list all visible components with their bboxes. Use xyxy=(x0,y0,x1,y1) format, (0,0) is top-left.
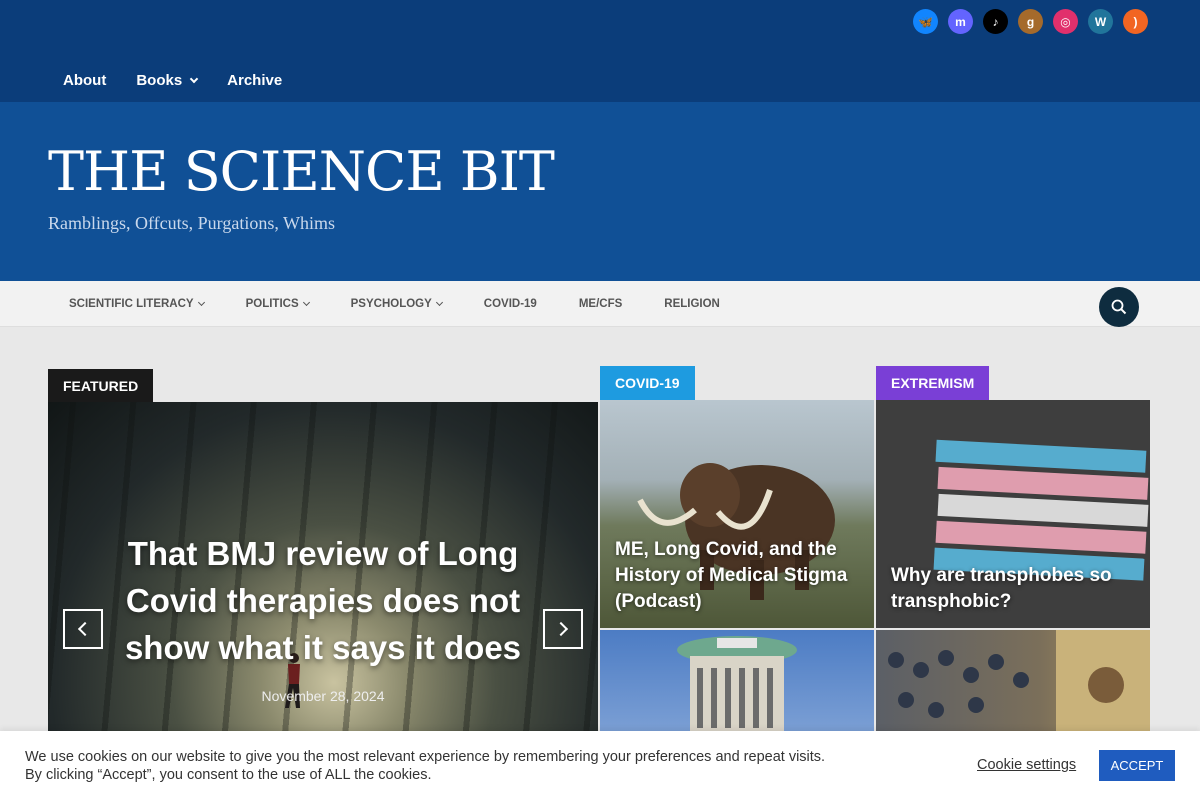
rss-icon[interactable]: ) xyxy=(1123,9,1148,34)
social-links: 🦋 m ♪ g ◎ W ) xyxy=(913,9,1148,34)
instagram-icon[interactable]: ◎ xyxy=(1053,9,1078,34)
post-tile[interactable] xyxy=(876,630,1150,740)
cat-mecfs[interactable]: ME/CFS xyxy=(558,298,643,310)
tile-title[interactable]: Why are transphobes so transphobic? xyxy=(891,563,1141,615)
cat-label: SCIENTIFIC LITERACY xyxy=(69,298,194,310)
cat-scientific-literacy[interactable]: SCIENTIFIC LITERACY xyxy=(48,298,225,310)
top-bar: 🦋 m ♪ g ◎ W ) About Books Archive xyxy=(0,0,1200,102)
post-tile[interactable]: ME, Long Covid, and the History of Medic… xyxy=(600,400,874,628)
cat-label: POLITICS xyxy=(245,298,299,310)
top-navigation: About Books Archive xyxy=(48,72,297,89)
chevron-left-icon xyxy=(77,621,93,637)
crowd-image xyxy=(888,630,1150,740)
featured-tag: FEATURED xyxy=(48,369,154,402)
nav-archive[interactable]: Archive xyxy=(212,72,297,89)
site-tagline: Ramblings, Offcuts, Purgations, Whims xyxy=(48,213,336,233)
wordpress-icon[interactable]: W xyxy=(1088,9,1113,34)
mastodon-icon[interactable]: m xyxy=(948,9,973,34)
goodreads-icon[interactable]: g xyxy=(1018,9,1043,34)
accept-button[interactable]: ACCEPT xyxy=(1099,750,1175,781)
bluesky-icon[interactable]: 🦋 xyxy=(913,9,938,34)
cat-covid19[interactable]: COVID-19 xyxy=(463,298,558,310)
covid19-tag[interactable]: COVID-19 xyxy=(600,366,695,400)
nav-books-label: Books xyxy=(136,72,183,89)
slider-next-button[interactable] xyxy=(543,609,583,649)
cat-label: PSYCHOLOGY xyxy=(350,298,432,310)
cookie-text: We use cookies on our website to give yo… xyxy=(25,749,826,783)
chevron-down-icon xyxy=(302,298,310,306)
nav-books[interactable]: Books xyxy=(121,72,212,89)
cat-religion[interactable]: RELIGION xyxy=(643,298,741,310)
tiktok-icon[interactable]: ♪ xyxy=(983,9,1008,34)
cookie-settings-link[interactable]: Cookie settings xyxy=(977,757,1076,773)
chevron-down-icon xyxy=(197,298,205,306)
search-button[interactable] xyxy=(1099,287,1139,327)
extremism-tag[interactable]: EXTREMISM xyxy=(876,366,990,400)
cat-politics[interactable]: POLITICS xyxy=(225,298,330,310)
site-title[interactable]: THE SCIENCE BIT xyxy=(48,140,555,203)
featured-slider[interactable]: That BMJ review of Long Covid therapies … xyxy=(48,402,598,732)
post-tile[interactable]: Why are transphobes so transphobic? xyxy=(876,400,1150,628)
post-tile[interactable] xyxy=(600,630,874,740)
cookie-banner: We use cookies on our website to give yo… xyxy=(0,731,1200,800)
chevron-right-icon xyxy=(553,621,569,637)
chevron-down-icon xyxy=(435,298,443,306)
site-header: THE SCIENCE BIT Ramblings, Offcuts, Purg… xyxy=(0,102,1200,281)
dome-building-image xyxy=(677,636,797,740)
nav-about[interactable]: About xyxy=(48,72,121,89)
chevron-down-icon xyxy=(189,74,199,83)
cat-psychology[interactable]: PSYCHOLOGY xyxy=(330,298,463,310)
tile-title[interactable]: ME, Long Covid, and the History of Medic… xyxy=(615,537,870,615)
featured-date: November 28, 2024 xyxy=(261,688,385,704)
category-navigation: SCIENTIFIC LITERACY POLITICS PSYCHOLOGY … xyxy=(0,281,1200,327)
featured-title[interactable]: That BMJ review of Long Covid therapies … xyxy=(123,530,523,671)
search-icon xyxy=(1111,299,1127,315)
slider-prev-button[interactable] xyxy=(63,609,103,649)
